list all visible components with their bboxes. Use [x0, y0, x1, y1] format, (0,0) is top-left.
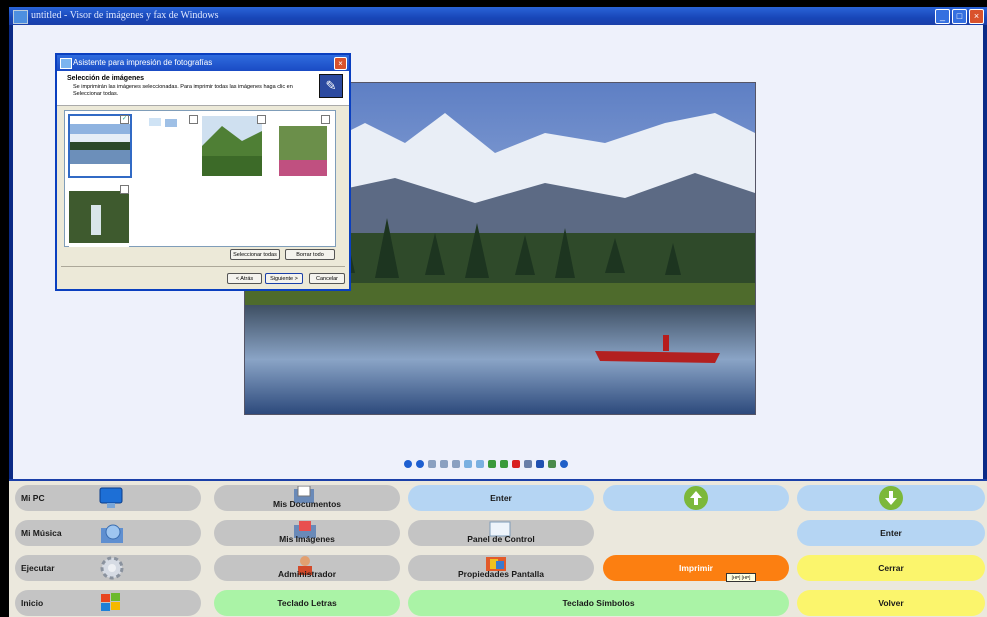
computer-icon: [99, 487, 123, 508]
mi-pc-button[interactable]: Mi PC: [15, 485, 201, 511]
enter-top-button[interactable]: Enter: [408, 485, 594, 511]
dialog-separator: [61, 266, 345, 267]
ejecutar-label: Ejecutar: [21, 563, 55, 573]
inicio-label: Inicio: [21, 598, 44, 608]
gear-icon: [100, 556, 124, 580]
wizard-icon: [60, 58, 72, 69]
ejecutar-button[interactable]: Ejecutar: [15, 555, 201, 581]
close-icon[interactable]: ×: [969, 9, 984, 24]
window-titlebar[interactable]: untitled - Visor de imágenes y fax de Wi…: [9, 7, 987, 25]
viewer-toolbar: [404, 457, 568, 471]
thumbnail-checkbox[interactable]: [120, 185, 129, 194]
panel-de-control-label: Panel de Control: [467, 534, 535, 544]
arrow-down-icon: [879, 486, 903, 510]
viewer-app-icon: [13, 10, 28, 24]
dialog-heading: Selección de imágenes: [67, 75, 145, 82]
scroll-down-button[interactable]: [797, 485, 985, 511]
cancel-button[interactable]: Cancelar: [309, 273, 345, 284]
administrador-button[interactable]: Administrador: [214, 555, 400, 581]
mi-musica-label: Mi Música: [21, 528, 62, 538]
enter-top-label: Enter: [490, 493, 512, 503]
teclado-simbolos-button[interactable]: Teclado Símbolos: [408, 590, 789, 616]
propiedades-pantalla-label: Propiedades Pantalla: [458, 569, 544, 579]
enter-right-label: Enter: [880, 528, 902, 538]
actual-size-icon[interactable]: [440, 460, 448, 468]
music-folder-icon: [101, 524, 123, 543]
teclado-letras-label: Teclado Letras: [277, 598, 337, 608]
previous-image-icon[interactable]: [404, 460, 412, 468]
print-icon[interactable]: [524, 460, 532, 468]
next-button[interactable]: Siguiente >: [265, 273, 303, 284]
teclado-letras-button[interactable]: Teclado Letras: [214, 590, 400, 616]
dialog-close-icon[interactable]: ×: [334, 57, 347, 70]
rotate-clockwise-icon[interactable]: [488, 460, 496, 468]
save-icon[interactable]: [536, 460, 544, 468]
zoom-in-icon[interactable]: [464, 460, 472, 468]
thumbnail-desktop-screenshot[interactable]: [139, 116, 199, 176]
mi-pc-label: Mi PC: [21, 493, 45, 503]
windows-logo-icon: [101, 593, 120, 611]
panel-de-control-button[interactable]: Panel de Control: [408, 520, 594, 546]
zoom-out-icon[interactable]: [476, 460, 484, 468]
maximize-icon[interactable]: □: [952, 9, 967, 24]
thumbnail-list: ✓: [64, 110, 336, 247]
back-button[interactable]: < Atrás: [227, 273, 262, 284]
inicio-button[interactable]: Inicio: [15, 590, 201, 616]
clear-all-button[interactable]: Borrar todo: [285, 249, 335, 260]
teclado-simbolos-label: Teclado Símbolos: [562, 598, 635, 608]
slideshow-icon[interactable]: [452, 460, 460, 468]
photo-print-wizard-dialog: Asistente para impresión de fotografías …: [55, 53, 351, 291]
arrow-up-icon: [684, 486, 708, 510]
mis-documentos-button[interactable]: Mis Documentos: [214, 485, 400, 511]
scroll-up-button[interactable]: [603, 485, 789, 511]
dialog-description: Se imprimirán las imágenes seleccionadas…: [73, 84, 293, 97]
propiedades-pantalla-button[interactable]: Propiedades Pantalla: [408, 555, 594, 581]
volver-button[interactable]: Volver: [797, 590, 985, 616]
mis-documentos-label: Mis Documentos: [272, 499, 341, 509]
edit-icon[interactable]: [548, 460, 556, 468]
dialog-titlebar[interactable]: Asistente para impresión de fotografías …: [57, 55, 349, 71]
tooltip: [HP] [HP]: [726, 573, 756, 582]
administrador-label: Administrador: [277, 569, 337, 579]
mi-musica-button[interactable]: Mi Música: [15, 520, 201, 546]
cerrar-label: Cerrar: [878, 563, 904, 573]
camera-wizard-icon: ✎: [319, 74, 343, 98]
minimize-icon[interactable]: _: [935, 9, 950, 24]
delete-icon[interactable]: [512, 460, 520, 468]
dialog-header: Selección de imágenes Se imprimirán las …: [57, 71, 349, 106]
next-image-icon[interactable]: [416, 460, 424, 468]
enter-right-button[interactable]: Enter: [797, 520, 985, 546]
thumbnail-green-hills[interactable]: [202, 116, 262, 176]
thumbnail-garden[interactable]: [273, 116, 333, 176]
best-fit-icon[interactable]: [428, 460, 436, 468]
cerrar-button[interactable]: Cerrar: [797, 555, 985, 581]
window-title: untitled - Visor de imágenes y fax de Wi…: [31, 10, 219, 21]
thumbnail-checkbox: [189, 115, 198, 124]
mis-imagenes-label: Mis Imágenes: [279, 534, 335, 544]
rotate-counterclockwise-icon[interactable]: [500, 460, 508, 468]
thumbnail-checkbox[interactable]: [321, 115, 330, 124]
imprimir-label: Imprimir: [678, 563, 713, 573]
volver-label: Volver: [878, 598, 904, 608]
thumbnail-checkbox[interactable]: [257, 115, 266, 124]
select-all-button[interactable]: Seleccionar todas: [230, 249, 280, 260]
mis-imagenes-button[interactable]: Mis Imágenes: [214, 520, 400, 546]
thumbnail-checkbox[interactable]: ✓: [120, 115, 129, 124]
imprimir-button[interactable]: Imprimir: [603, 555, 789, 581]
help-icon[interactable]: [560, 460, 568, 468]
dialog-title: Asistente para impresión de fotografías: [73, 58, 213, 67]
thumbnail-waterfall[interactable]: [69, 187, 129, 247]
